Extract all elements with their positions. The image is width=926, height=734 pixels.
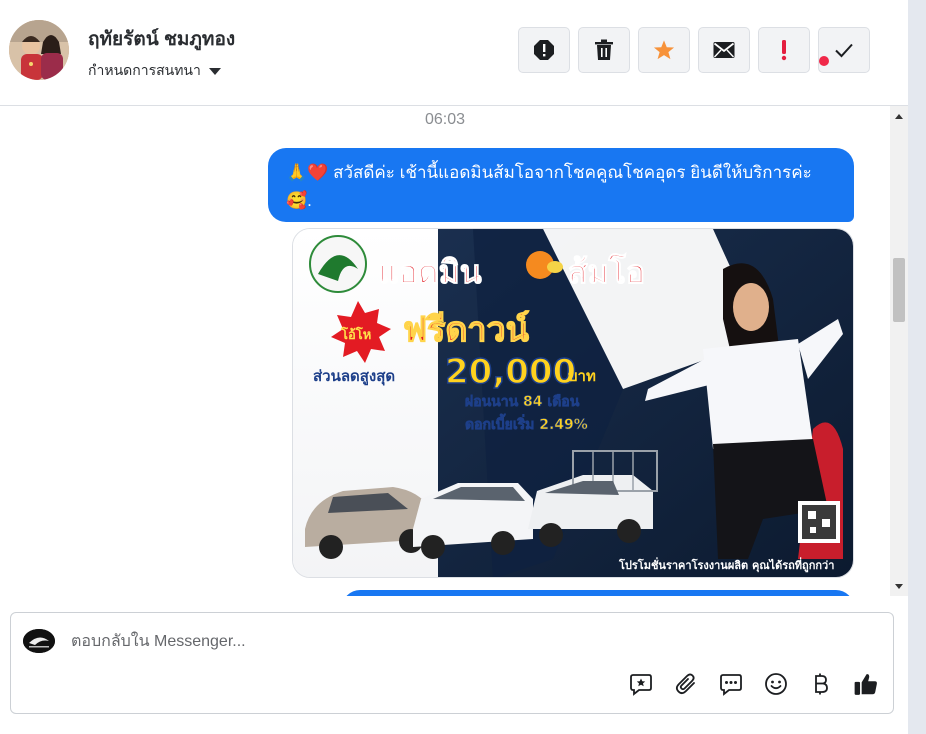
emoji-button[interactable] xyxy=(761,669,791,699)
exclamation-icon xyxy=(781,40,787,61)
message-emoji-prefix: 🙏❤️ xyxy=(286,163,329,182)
promo-discount-amount: 20,000 xyxy=(445,352,576,392)
scroll-up-arrow-icon[interactable] xyxy=(890,110,908,122)
promo-headline-name: ส้มโอ xyxy=(568,253,645,291)
reply-input[interactable] xyxy=(71,627,771,657)
mark-done-button[interactable] xyxy=(818,27,870,73)
contact-avatar[interactable] xyxy=(9,20,69,80)
promo-footer: โปรโมชั่นราคาโรงงานผลิต คุณได้รถที่ถูกกว… xyxy=(618,557,834,573)
attach-file-button[interactable] xyxy=(671,669,701,699)
payment-notification-dot xyxy=(819,56,829,66)
promo-badge: โอ้โห xyxy=(340,326,371,343)
contact-name: ฤทัยรัตน์ ชมภูทอง xyxy=(88,29,236,50)
baht-icon xyxy=(815,673,828,695)
conversation-header: ฤทัยรัตน์ ชมภูทอง กำหนดการสนทนา xyxy=(0,0,908,106)
mark-unread-button[interactable] xyxy=(698,27,750,73)
promo-offer: ฟรีดาวน์ xyxy=(403,310,529,350)
delete-button[interactable] xyxy=(578,27,630,73)
quick-replies-button[interactable] xyxy=(716,669,746,699)
promo-installment: ผ่อนนาน 84 เดือน xyxy=(465,394,580,410)
promo-headline: แอดมิน xyxy=(378,253,482,291)
saved-reply-button[interactable] xyxy=(626,669,656,699)
window-edge xyxy=(908,0,926,734)
thumbs-up-icon xyxy=(854,674,877,695)
message-text: สวัสดีค่ะ เช้านี้แอดมินส้มโอจากโชคคูณโชค… xyxy=(333,163,812,182)
mail-icon xyxy=(713,42,735,58)
scroll-down-arrow-icon[interactable] xyxy=(890,580,908,592)
follow-up-button[interactable] xyxy=(758,27,810,73)
promo-discount-label: ส่วนลดสูงสุด xyxy=(313,367,395,386)
star-icon xyxy=(653,40,675,60)
emoji-icon xyxy=(765,673,787,695)
message-list[interactable]: 06:03 🙏❤️ สวัสดีค่ะ เช้านี้แอดมินส้มโอจา… xyxy=(0,106,890,596)
message-trailing: . xyxy=(307,191,312,210)
caret-down-icon xyxy=(208,67,221,75)
trash-icon xyxy=(595,39,613,60)
reply-composer xyxy=(10,612,894,714)
checkmark-icon xyxy=(835,43,853,58)
message-timestamp: 06:03 xyxy=(424,111,466,128)
payment-button[interactable] xyxy=(806,669,836,699)
conversation-panel: ฤทัยรัตน์ ชมภูทอง กำหนดการสนทนา 06:03 🙏❤… xyxy=(0,0,908,734)
promo-image-message[interactable]: แอดมิน ส้มโอ โอ้โห ฟรีดาวน์ ส่วนลดสูงสุด… xyxy=(292,228,854,578)
page-avatar xyxy=(23,629,55,653)
chat-bubble-icon xyxy=(720,674,742,696)
attachment-icon xyxy=(675,673,695,695)
star-button[interactable] xyxy=(638,27,690,73)
promo-discount-unit: บาท xyxy=(568,367,596,385)
message-scrollbar[interactable] xyxy=(890,106,908,596)
saved-reply-icon xyxy=(630,674,652,696)
assign-label: กำหนดการสนทนา xyxy=(88,62,201,78)
scroll-thumb[interactable] xyxy=(893,258,905,322)
mark-spam-button[interactable] xyxy=(518,27,570,73)
next-message-bubble[interactable] xyxy=(342,590,854,596)
like-button[interactable] xyxy=(851,669,881,699)
message-emoji-suffix: 🥰 xyxy=(286,191,308,210)
assign-conversation-dropdown[interactable]: กำหนดการสนทนา xyxy=(88,60,221,82)
outgoing-message-bubble[interactable]: 🙏❤️ สวัสดีค่ะ เช้านี้แอดมินส้มโอจากโชคคู… xyxy=(268,148,854,222)
spam-icon xyxy=(534,40,554,60)
